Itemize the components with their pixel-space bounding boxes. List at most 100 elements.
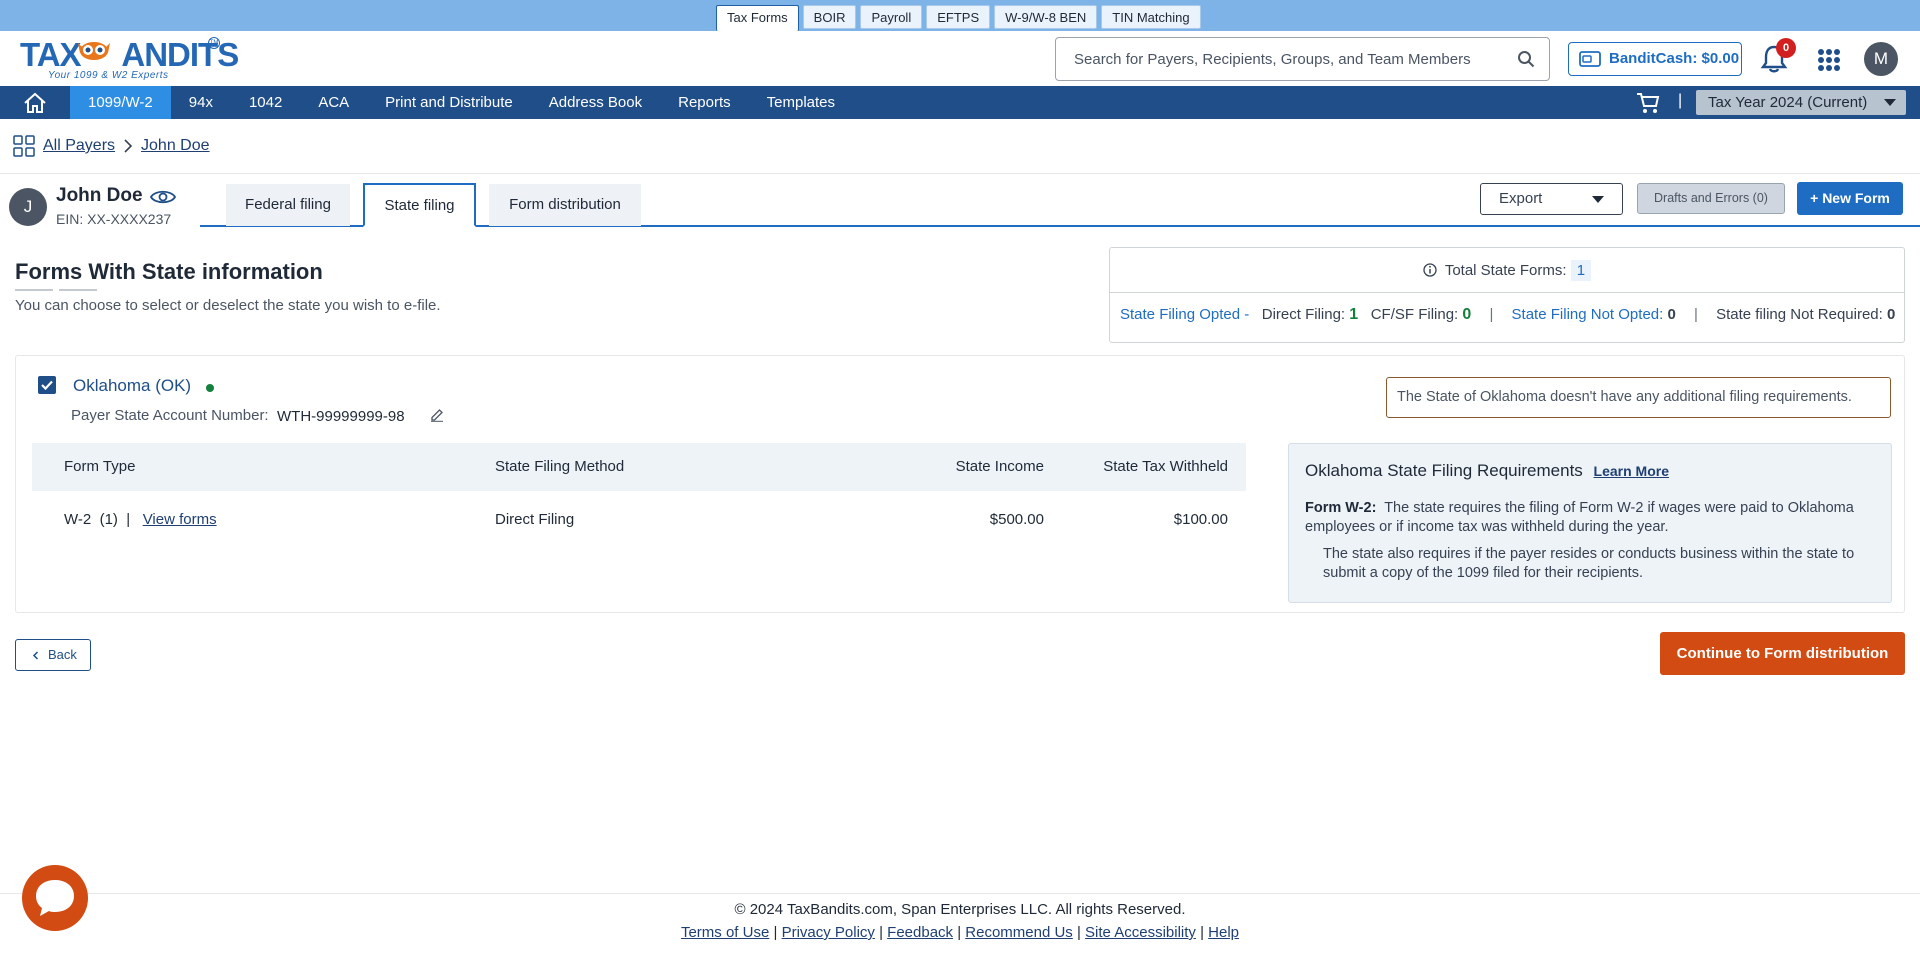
direct-count: 1: [1349, 306, 1359, 323]
copyright: © 2024 TaxBandits.com, Span Enterprises …: [734, 901, 1186, 918]
state-income-cell: $500.00: [989, 511, 1044, 528]
tab-state-filing[interactable]: State filing: [363, 183, 476, 227]
state-summary-box: Total State Forms: 1 State Filing Opted …: [1109, 247, 1905, 343]
apps-grid-icon[interactable]: [1817, 48, 1841, 72]
nav-item-94x[interactable]: 94x: [171, 86, 231, 119]
payer-name: John Doe: [56, 185, 143, 206]
nav-item-1042[interactable]: 1042: [231, 86, 300, 119]
not-required-count: 0: [1887, 306, 1896, 323]
cfsf-count: 0: [1462, 306, 1472, 323]
back-button[interactable]: Back: [15, 639, 91, 671]
breadcrumb: All Payers John Doe: [13, 134, 210, 158]
logo-wordmark: TAX ANDITS: [20, 36, 239, 73]
learn-more-link[interactable]: Learn More: [1594, 463, 1669, 479]
separator: |: [1489, 306, 1494, 323]
col-filing-method: State Filing Method: [495, 458, 625, 475]
form-type-cell: W-2 (1) | View forms: [64, 496, 217, 544]
nav-separator: |: [1678, 92, 1683, 109]
not-opted-label: State Filing Not Opted:: [1511, 306, 1664, 323]
page-title: Forms With State information: [15, 259, 323, 284]
footer-link-accessibility[interactable]: Site Accessibility: [1085, 924, 1196, 941]
product-tab-eftps[interactable]: EFTPS: [926, 5, 991, 29]
tax-year-select[interactable]: Tax Year 2024 (Current): [1696, 90, 1906, 115]
bandit-cash-button[interactable]: BanditCash: $0.00: [1568, 42, 1742, 76]
dashboard-icon: [13, 135, 35, 157]
product-tabs: Tax Forms BOIR Payroll EFTPS W-9/W-8 BEN…: [716, 5, 1201, 31]
notifications-button[interactable]: 0: [1760, 38, 1796, 74]
check-icon: [41, 380, 53, 391]
requirements-title: Oklahoma State Filing Requirements Learn…: [1305, 461, 1669, 481]
footer-link-privacy[interactable]: Privacy Policy: [782, 924, 875, 941]
home-button[interactable]: [0, 86, 70, 119]
state-name[interactable]: Oklahoma (OK): [73, 376, 191, 396]
edit-icon[interactable]: [430, 408, 444, 422]
footer-link-feedback[interactable]: Feedback: [887, 924, 953, 941]
chevron-left-icon: [32, 651, 39, 660]
chevron-down-icon: [1592, 196, 1604, 203]
chat-icon: [36, 880, 74, 916]
drafts-errors-button[interactable]: Drafts and Errors (0): [1637, 183, 1785, 214]
eye-icon[interactable]: [150, 188, 176, 206]
table-row: W-2 (1) | View forms Direct Filing $500.…: [32, 496, 1246, 544]
breadcrumb-payer[interactable]: John Doe: [141, 137, 210, 155]
footer-link-recommend[interactable]: Recommend Us: [965, 924, 1073, 941]
search-input[interactable]: [1056, 38, 1496, 80]
chat-button[interactable]: [22, 865, 88, 931]
bandit-cash-label: BanditCash:: [1609, 50, 1698, 67]
col-state-income: State Income: [955, 458, 1044, 475]
product-tab-boir[interactable]: BOIR: [802, 5, 857, 29]
filing-method-cell: Direct Filing: [495, 511, 575, 528]
new-form-button[interactable]: + New Form: [1797, 182, 1903, 215]
export-dropdown[interactable]: Export: [1480, 183, 1623, 215]
user-avatar[interactable]: M: [1864, 42, 1898, 76]
continue-button[interactable]: Continue to Form distribution: [1660, 632, 1905, 675]
search-icon[interactable]: [1517, 50, 1535, 68]
product-tab-tax-forms[interactable]: Tax Forms: [716, 5, 799, 31]
nav-item-templates[interactable]: Templates: [749, 86, 853, 119]
view-forms-link[interactable]: View forms: [143, 511, 217, 528]
tab-federal-filing[interactable]: Federal filing: [226, 184, 350, 226]
product-tab-tin-matching[interactable]: TIN Matching: [1101, 5, 1201, 29]
breadcrumb-all-payers[interactable]: All Payers: [43, 137, 115, 155]
direct-label: Direct Filing:: [1261, 306, 1346, 323]
state-card: Oklahoma (OK) Payer State Account Number…: [15, 355, 1905, 613]
not-required-label: State filing Not Required:: [1716, 306, 1883, 323]
form-label: Form W-2:: [1305, 500, 1377, 516]
nav-item-reports[interactable]: Reports: [660, 86, 749, 119]
footer-link-terms[interactable]: Terms of Use: [681, 924, 769, 941]
requirements-title-text: Oklahoma State Filing Requirements: [1305, 461, 1583, 480]
total-label: Total State Forms:: [1444, 262, 1567, 279]
separator: |: [1693, 306, 1698, 323]
footer-links: Terms of Use | Privacy Policy | Feedback…: [680, 924, 1240, 941]
form-type: W-2: [64, 511, 92, 528]
col-state-tax-withheld: State Tax Withheld: [1103, 458, 1228, 475]
nav-item-print-distribute[interactable]: Print and Distribute: [367, 86, 531, 119]
footer-link-help[interactable]: Help: [1208, 924, 1239, 941]
nav-item-aca[interactable]: ACA: [300, 86, 367, 119]
nav-item-address-book[interactable]: Address Book: [531, 86, 660, 119]
requirements-body-1: The state requires the filing of Form W-…: [1305, 500, 1854, 535]
product-bar: Tax Forms BOIR Payroll EFTPS W-9/W-8 BEN…: [0, 0, 1920, 31]
opted-label: State Filing Opted -: [1120, 306, 1250, 323]
notification-badge: 0: [1776, 38, 1796, 58]
col-form-type: Form Type: [64, 458, 136, 475]
tab-form-distribution[interactable]: Form distribution: [489, 184, 641, 226]
total-state-forms: Total State Forms: 1: [1110, 248, 1904, 293]
payer-ein: EIN: XX-XXXX237: [56, 211, 172, 227]
state-checkbox[interactable]: [38, 376, 56, 394]
state-requirements-box: Oklahoma State Filing Requirements Learn…: [1288, 443, 1892, 603]
total-count: 1: [1570, 260, 1592, 281]
product-tab-payroll[interactable]: Payroll: [860, 5, 923, 29]
product-tab-w9[interactable]: W-9/W-8 BEN: [994, 5, 1098, 29]
cart-icon[interactable]: [1636, 92, 1660, 114]
info-icon: [1423, 263, 1437, 277]
requirements-text-1: Form W-2: The state requires the filing …: [1305, 499, 1875, 537]
export-label: Export: [1499, 190, 1543, 207]
bandit-cash-amount: $0.00: [1701, 50, 1740, 67]
taxbandits-logo[interactable]: TAX ANDITS TM Your 1099 & W2 Experts: [20, 35, 239, 81]
chevron-right-icon: [124, 139, 133, 153]
title-underline: [15, 289, 53, 291]
state-tax-withheld-cell: $100.00: [1173, 511, 1228, 528]
nav-item-1099-w2[interactable]: 1099/W-2: [70, 86, 171, 119]
cfsf-label: CF/SF Filing:: [1370, 306, 1459, 323]
